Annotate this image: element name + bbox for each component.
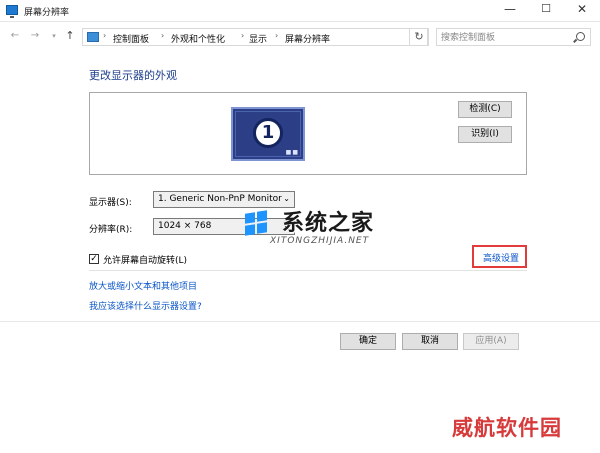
page-title: 更改显示器的外观: [89, 69, 177, 82]
search-icon[interactable]: [576, 32, 585, 41]
detect-button[interactable]: 检测(C): [458, 101, 512, 118]
monitor-tile[interactable]: 1 ■■: [231, 107, 305, 161]
resolution-select-value: 1024 × 768: [158, 221, 212, 231]
auto-rotate-checkbox[interactable]: ✓: [89, 254, 99, 264]
forward-arrow-icon[interactable]: →: [28, 28, 42, 44]
windows-logo-icon: [235, 209, 271, 239]
breadcrumb-separator-icon: ›: [275, 31, 279, 40]
breadcrumb-control-panel[interactable]: 控制面板: [113, 32, 149, 45]
breadcrumb-separator-icon: ›: [241, 31, 245, 40]
title-bar: 屏幕分辨率 — ☐ ✕: [0, 0, 600, 22]
watermark-title: 系统之家: [282, 211, 375, 236]
window-title: 屏幕分辨率: [24, 8, 70, 18]
control-panel-icon: [87, 32, 99, 42]
close-button[interactable]: ✕: [567, 0, 597, 20]
display-select-value: 1. Generic Non-PnP Monitor: [158, 194, 282, 204]
watermark-subtitle: XITONGZHIJIA.NET: [270, 236, 370, 246]
maximize-button[interactable]: ☐: [531, 0, 561, 20]
resolution-label: 分辨率(R):: [89, 225, 133, 235]
breadcrumb-screen-resolution[interactable]: 屏幕分辨率: [285, 32, 330, 45]
display-select[interactable]: 1. Generic Non-PnP Monitor ⌄: [153, 191, 295, 208]
minimize-button[interactable]: —: [495, 0, 525, 20]
monitor-number-badge: 1: [253, 118, 283, 148]
identify-button[interactable]: 识别(I): [458, 126, 512, 143]
breadcrumb-display[interactable]: 显示: [249, 32, 267, 45]
up-arrow-icon[interactable]: ↑: [63, 28, 77, 44]
cancel-button[interactable]: 取消: [402, 333, 458, 350]
section-divider: [89, 270, 527, 271]
breadcrumb-separator-icon: ›: [161, 31, 165, 40]
search-input[interactable]: [441, 31, 571, 44]
apply-button[interactable]: 应用(A): [463, 333, 519, 350]
monitor-preview-panel: 1 ■■ 检测(C) 识别(I): [89, 92, 527, 175]
monitor-dots-icon: ■■: [285, 149, 299, 156]
back-arrow-icon[interactable]: ←: [8, 28, 22, 44]
auto-rotate-label[interactable]: 允许屏幕自动旋转(L): [103, 253, 187, 266]
chevron-down-icon: ⌄: [283, 194, 290, 203]
text-size-link[interactable]: 放大或缩小文本和其他项目: [89, 279, 197, 292]
address-field[interactable]: › 控制面板 › 外观和个性化 › 显示 › 屏幕分辨率 ▾: [82, 28, 495, 46]
search-field[interactable]: [436, 28, 591, 46]
advanced-settings-link[interactable]: 高级设置: [483, 251, 519, 264]
display-settings-help-link[interactable]: 我应该选择什么显示器设置?: [89, 299, 202, 312]
resolution-select[interactable]: 1024 × 768 ⌄: [153, 218, 295, 235]
display-label: 显示器(S):: [89, 198, 132, 208]
corner-watermark: 威航软件园: [452, 416, 562, 440]
footer-divider: [0, 321, 600, 322]
display-app-icon: [6, 5, 18, 18]
refresh-icon[interactable]: ↻: [409, 28, 429, 46]
ok-button[interactable]: 确定: [340, 333, 396, 350]
recent-locations-chevron-icon[interactable]: ▾: [47, 28, 61, 44]
breadcrumb-separator-icon: ›: [103, 31, 107, 40]
breadcrumb-appearance[interactable]: 外观和个性化: [171, 32, 225, 45]
address-bar: ← → ▾ ↑ › 控制面板 › 外观和个性化 › 显示 › 屏幕分辨率 ▾ ↻: [0, 24, 600, 48]
